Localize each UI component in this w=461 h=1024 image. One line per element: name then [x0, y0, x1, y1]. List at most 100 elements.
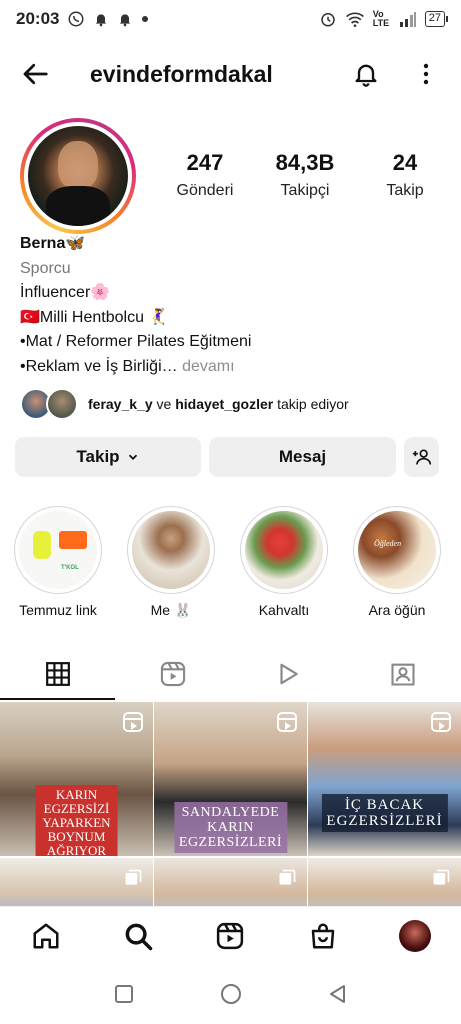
nav-search[interactable]: [118, 916, 158, 956]
system-recents-button[interactable]: [109, 979, 139, 1009]
bio-line: •Reklam ve İş Birliği…: [20, 357, 178, 375]
post-thumbnail[interactable]: SANDALYEDE KARIN EGZERSİZLERİ: [154, 702, 307, 856]
profile-avatar: [398, 919, 431, 952]
tab-tagged[interactable]: [346, 648, 461, 700]
nav-shop[interactable]: [303, 916, 343, 956]
back-button[interactable]: [18, 57, 52, 91]
signal-icon: [399, 12, 416, 27]
volte-icon: Vo LTE: [372, 9, 390, 28]
bio-line: İnfluencer🌸: [20, 284, 111, 301]
profile-category: Sporcu: [20, 259, 71, 277]
mutual-user: hidayet_gozler: [175, 396, 274, 412]
stat-posts-value: 247: [186, 150, 224, 175]
post-thumbnail[interactable]: KARIN EGZERSİZİ YAPARKEN BOYNUM AĞRIYOR …: [0, 702, 153, 856]
tab-reels[interactable]: [115, 648, 230, 700]
post-thumbnail[interactable]: İÇ BACAK EGZERSİZLERİ: [308, 702, 461, 856]
battery-indicator: 27: [424, 11, 449, 27]
carousel-icon: [433, 869, 450, 885]
tab-posts[interactable]: [0, 648, 116, 700]
reel-badge-icon: [123, 712, 143, 732]
message-button[interactable]: Mesaj: [209, 437, 396, 477]
message-button-label: Mesaj: [278, 447, 327, 466]
bell-icon: [355, 64, 377, 87]
more-options-button[interactable]: [409, 57, 443, 91]
profile-name: Berna🦋: [20, 235, 86, 252]
tab-videos[interactable]: [231, 648, 346, 700]
carousel-icon: [279, 869, 296, 885]
stat-posts-label: Gönderi: [176, 182, 234, 199]
reels-icon: [160, 661, 186, 687]
add-person-icon: [412, 449, 431, 465]
stat-following-value: 24: [392, 150, 418, 175]
post-caption: İÇ BACAK EGZERSİZLERİ: [321, 794, 448, 832]
dot-icon: [142, 16, 149, 22]
system-navigation: [0, 964, 461, 1024]
mutual-followers[interactable]: feray_k_y ve hidayet_gozler takip ediyor: [20, 388, 349, 420]
bottom-navigation: [0, 906, 461, 964]
whatsapp-icon: [68, 11, 84, 27]
stat-following[interactable]: 24 Takip: [360, 150, 450, 200]
highlight-item[interactable]: Me 🐰: [127, 506, 215, 619]
reel-badge-icon: [277, 712, 297, 732]
stat-following-label: Takip: [386, 182, 424, 199]
profile-stats: 247 Gönderi 84,3B Takipçi 24 Takip: [160, 150, 450, 200]
notification-bell-icon: [120, 14, 131, 27]
mutual-suffix: takip ediyor: [277, 396, 349, 412]
follow-button[interactable]: Takip: [15, 437, 201, 477]
highlight-label: Temmuz link: [19, 602, 97, 618]
back-arrow-icon: [23, 63, 48, 85]
highlight-cover: T'KOL: [19, 511, 97, 589]
wifi-icon: [345, 12, 364, 27]
profile-username: evindeformdakal: [90, 60, 273, 87]
reels-icon: [217, 922, 244, 949]
nav-reels[interactable]: [210, 916, 250, 956]
tagged-icon: [391, 663, 415, 686]
mutual-connector: ve: [156, 396, 172, 412]
alarm-icon: [321, 13, 335, 27]
highlight-label: Ara öğün: [368, 602, 426, 618]
profile-header: evindeformdakal: [0, 52, 461, 96]
notification-bell-icon: [96, 14, 107, 27]
status-time: 20:03: [16, 9, 60, 28]
back-triangle-icon: [329, 985, 345, 1003]
highlight-cover: [132, 511, 210, 589]
stat-followers-label: Takipçi: [280, 182, 330, 199]
highlight-label: Me 🐰: [150, 602, 192, 618]
stat-followers[interactable]: 84,3B Takipçi: [260, 150, 350, 200]
story-highlights: T'KOL Temmuz link Me 🐰 Kahvaltı Öğleden …: [14, 506, 441, 619]
bio-line: 🇹🇷Milli Hentbolcu 🤾‍♀️: [20, 308, 169, 326]
highlight-label: Kahvaltı: [258, 602, 310, 618]
mutual-avatar: [46, 388, 78, 420]
system-home-button[interactable]: [216, 979, 246, 1009]
mutual-user: feray_k_y: [88, 396, 153, 412]
reel-badge-icon: [431, 712, 451, 732]
home-icon: [33, 923, 59, 948]
suggested-people-button[interactable]: [404, 437, 439, 477]
highlight-item[interactable]: Öğleden Ara öğün: [353, 506, 441, 619]
profile-avatar-story[interactable]: [20, 118, 136, 234]
home-circle-icon: [220, 984, 241, 1004]
nav-profile[interactable]: [395, 916, 435, 956]
highlight-cover: Öğleden: [358, 511, 436, 589]
bio-line: •Mat / Reformer Pilates Eğitmeni: [20, 333, 252, 350]
bio-more-link[interactable]: devamı: [182, 358, 234, 375]
shop-icon: [311, 923, 334, 948]
system-back-button[interactable]: [323, 979, 353, 1009]
recents-icon: [114, 985, 133, 1003]
highlight-item[interactable]: Kahvaltı: [240, 506, 328, 619]
highlight-item[interactable]: T'KOL Temmuz link: [14, 506, 102, 619]
profile-avatar: [28, 126, 128, 226]
stat-posts[interactable]: 247 Gönderi: [160, 150, 250, 200]
profile-bio: Berna🦋 Sporcu İnfluencer🌸 🇹🇷Milli Hentbo…: [20, 232, 450, 379]
profile-tabs: [0, 648, 461, 700]
post-caption: SANDALYEDE KARIN EGZERSİZLERİ: [173, 802, 288, 853]
grid-icon: [45, 662, 70, 686]
posts-grid: KARIN EGZERSİZİ YAPARKEN BOYNUM AĞRIYOR …: [0, 702, 461, 918]
follow-button-label: Takip: [76, 447, 120, 466]
notifications-button[interactable]: [349, 57, 383, 91]
profile-actions: Takip Mesaj: [15, 437, 447, 477]
stat-followers-value: 84,3B: [275, 150, 335, 175]
search-icon: [125, 923, 153, 950]
highlight-cover: [245, 511, 323, 589]
nav-home[interactable]: [26, 916, 66, 956]
